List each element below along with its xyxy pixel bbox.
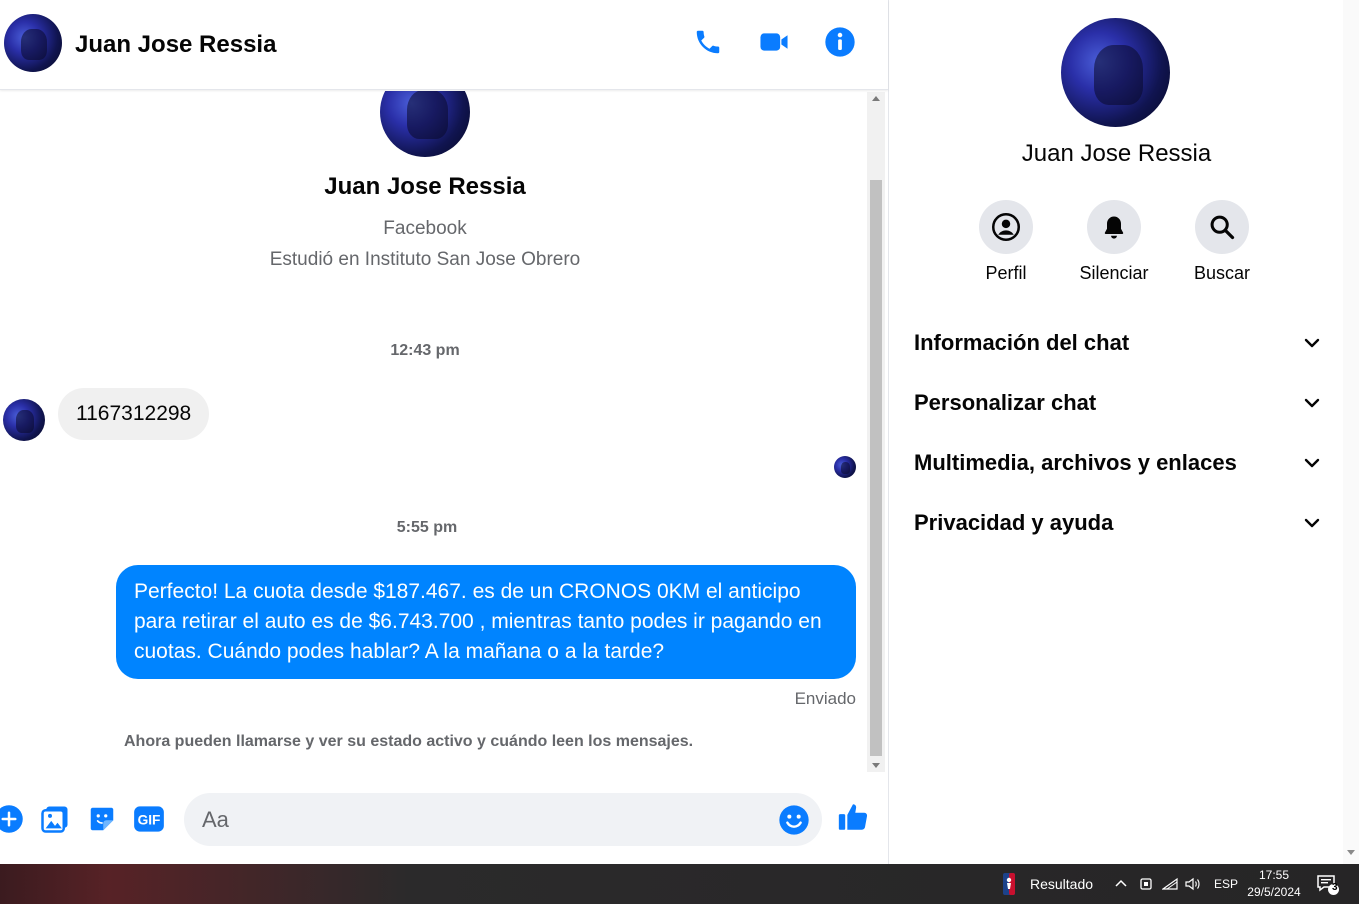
mute-button[interactable]: Silenciar [1069,200,1159,284]
emoji-picker-button[interactable] [778,804,810,836]
notification-count-badge: 3 [1332,882,1338,893]
scroll-down-arrow-icon[interactable] [872,763,880,768]
smiley-icon [779,805,809,835]
profile-button-label: Perfil [985,263,1027,283]
nba-logo-icon [1003,873,1015,895]
network-button[interactable] [1162,864,1178,904]
contact-name[interactable]: Juan Jose Ressia [75,31,276,59]
plus-circle-icon [0,805,23,833]
message-list[interactable]: Juan Jose Ressia Facebook Estudió en Ins… [0,91,888,775]
chevron-down-icon [1304,398,1320,408]
composer-bar: GIF [0,776,888,864]
search-button-label: Buscar [1193,263,1251,283]
section-privacy-support[interactable]: Privacidad y ayuda [914,501,1322,545]
page-scrollbar[interactable] [1343,0,1359,864]
seen-indicator-avatar [834,456,856,478]
info-icon [825,27,855,57]
phone-icon [696,30,720,54]
incoming-message[interactable]: 1167312298 [58,388,210,440]
meet-now-icon [1140,878,1152,890]
show-hidden-icons-button[interactable] [1114,864,1128,904]
bell-icon [1104,216,1124,239]
thumbs-up-icon [838,804,868,830]
sports-widget-label: Resultado [1030,876,1094,892]
section-customize-chat[interactable]: Personalizar chat [914,381,1322,425]
attach-media-button[interactable] [38,802,72,836]
chevron-up-icon [1115,879,1127,887]
input-language-indicator[interactable]: ESP [1214,864,1238,904]
gif-button[interactable]: GIF [132,802,166,836]
image-icon [41,806,68,833]
search-icon [1210,215,1235,240]
sports-widget[interactable]: Resultado [1002,864,1093,904]
message-input[interactable] [184,793,822,846]
section-media-files-links[interactable]: Multimedia, archivos y enlaces [914,441,1322,485]
sticker-icon [90,807,114,831]
message-timestamp: 12:43 pm [390,342,460,359]
details-avatar[interactable] [1061,18,1170,127]
video-call-button[interactable] [756,24,792,60]
section-label: Información del chat [914,330,1130,355]
chat-header: Juan Jose Ressia [0,0,888,90]
search-in-conversation-button[interactable]: Buscar [1177,200,1267,284]
profile-education: Estudió en Instituto San Jose Obrero [269,249,581,270]
conversation-info-button[interactable] [822,24,858,60]
section-label: Personalizar chat [914,390,1097,415]
section-chat-info[interactable]: Información del chat [914,321,1322,365]
sent-status: Enviado [794,689,856,708]
message-timestamp: 5:55 pm [396,519,458,536]
speaker-icon [1185,877,1200,891]
profile-source: Facebook [383,218,467,239]
scroll-down-arrow-icon[interactable] [1347,850,1355,855]
contact-avatar[interactable] [4,14,62,72]
voice-call-button[interactable] [690,24,726,60]
more-actions-button[interactable] [0,802,26,836]
like-send-button[interactable] [836,800,870,834]
profile-button[interactable]: Perfil [961,200,1051,284]
profile-icon [992,213,1020,241]
video-camera-icon [760,33,788,51]
sticker-button[interactable] [85,802,119,836]
chevron-down-icon [1304,518,1320,528]
clock-time: 17:55 [1258,868,1290,882]
wifi-icon [1162,877,1178,890]
volume-button[interactable] [1185,864,1201,904]
chevron-down-icon [1304,338,1320,348]
profile-name: Juan Jose Ressia [324,173,526,200]
messenger-app: Juan Jose Ressia Juan Jose Ressia Facebo… [0,0,1359,864]
details-name: Juan Jose Ressia [1021,140,1212,167]
section-label: Multimedia, archivos y enlaces [914,450,1237,475]
gif-icon: GIF [134,806,164,832]
device-icon-button[interactable] [1139,864,1153,904]
conversation-details-panel: Juan Jose Ressia Perfil Silenciar Buscar… [888,0,1343,864]
sender-avatar[interactable] [3,399,45,441]
svg-text:GIF: GIF [138,813,161,828]
system-clock[interactable]: 17:55 29/5/2024 [1244,867,1304,901]
call-status-notice: Ahora pueden llamarse y ver su estado ac… [124,733,694,750]
message-list-scrollbar[interactable] [867,92,885,772]
outgoing-message[interactable]: Perfecto! La cuota desde $187.467. es de… [116,565,856,679]
clock-date: 29/5/2024 [1247,885,1301,899]
taskbar: Resultado ESP 17:55 29/5/2024 3 [0,864,1359,904]
chat-pane: Juan Jose Ressia Juan Jose Ressia Facebo… [0,0,888,864]
profile-avatar[interactable] [380,91,470,157]
scroll-thumb[interactable] [870,180,882,756]
section-label: Privacidad y ayuda [914,510,1114,535]
notification-center-button[interactable]: 3 [1316,864,1340,904]
chevron-down-icon [1304,458,1320,468]
mute-button-label: Silenciar [1079,263,1149,283]
scroll-up-arrow-icon[interactable] [872,96,880,101]
